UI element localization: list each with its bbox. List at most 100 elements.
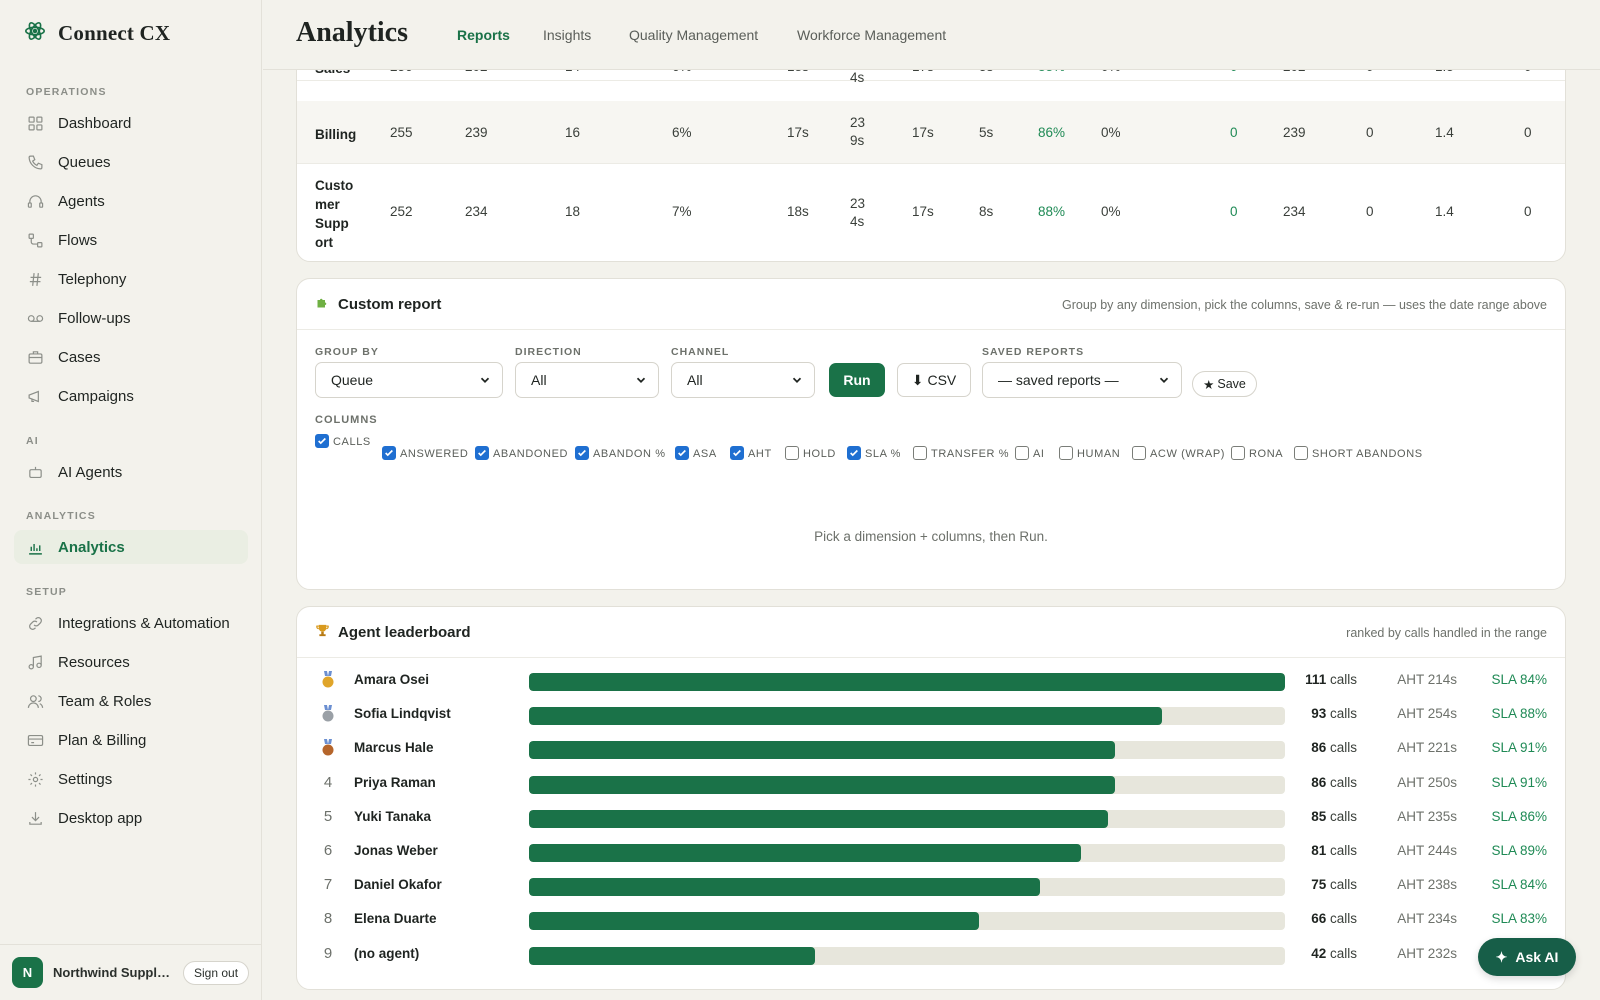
column-toggle-abandoned[interactable]: ABANDONED: [475, 446, 568, 460]
sidebar-item-queues[interactable]: Queues: [14, 145, 248, 179]
puzzle-icon: [315, 295, 330, 314]
sidebar-item-ai-agents[interactable]: AI Agents: [14, 455, 248, 489]
column-toggle-answered[interactable]: ANSWERED: [382, 446, 468, 460]
column-toggle-abandon-pct[interactable]: ABANDON %: [575, 446, 666, 460]
bronze-medal-icon: [319, 739, 337, 761]
saved-reports-select[interactable]: — saved reports —: [982, 362, 1182, 398]
column-toggle-ai[interactable]: AI: [1015, 446, 1045, 460]
tab-workforce-management[interactable]: Workforce Management: [797, 27, 946, 43]
sidebar-item-integrations[interactable]: Integrations & Automation: [14, 606, 248, 640]
column-toggle-short-abandons[interactable]: SHORT ABANDONS: [1294, 446, 1423, 460]
direction-label: DIRECTION: [515, 346, 582, 358]
sidebar-item-label: Telephony: [58, 270, 127, 288]
checkbox-checked[interactable]: [730, 446, 744, 460]
aht-value: AHT 235s: [1397, 808, 1457, 824]
agent-name: Sofia Lindqvist: [354, 706, 451, 722]
channel-select[interactable]: All: [671, 362, 815, 398]
sidebar-item-telephony[interactable]: Telephony: [14, 262, 248, 296]
calls-value: 75: [1311, 877, 1327, 893]
save-report-button[interactable]: ★ Save: [1192, 371, 1257, 397]
checkbox-checked[interactable]: [315, 434, 329, 448]
leaderboard-row: Sofia Lindqvist 93 calls AHT 254s SLA 88%: [297, 700, 1567, 730]
column-toggle-hold[interactable]: HOLD: [785, 446, 836, 460]
sidebar-item-label: Follow-ups: [58, 309, 131, 327]
checkbox-checked[interactable]: [475, 446, 489, 460]
rank-number: 9: [323, 944, 333, 962]
sidebar-item-analytics[interactable]: Analytics: [14, 530, 248, 564]
checkbox-checked[interactable]: [847, 446, 861, 460]
sidebar-item-agents[interactable]: Agents: [14, 184, 248, 218]
aht-value: AHT 244s: [1397, 843, 1457, 858]
calls-count: 66 calls: [1277, 911, 1357, 926]
column-toggle-aht[interactable]: AHT: [730, 446, 772, 460]
checkbox-unchecked[interactable]: [1059, 446, 1073, 460]
leaderboard-row: Marcus Hale 86 calls AHT 221s SLA 91%: [297, 734, 1567, 764]
sidebar-footer: N Northwind Supply... Sign out: [0, 944, 262, 1000]
saved-reports-label: SAVED REPORTS: [982, 346, 1085, 358]
checkbox-checked[interactable]: [675, 446, 689, 460]
brand[interactable]: Connect CX: [24, 20, 170, 47]
org-name[interactable]: Northwind Supply...: [53, 965, 173, 980]
column-toggle-calls[interactable]: CALLS: [315, 434, 371, 448]
calls-bar-track: [529, 809, 1285, 828]
column-toggle-asa[interactable]: ASA: [675, 446, 717, 460]
column-toggle-transfer-pct[interactable]: TRANSFER %: [913, 446, 1009, 460]
sla-value: SLA 91%: [1491, 774, 1547, 790]
checkbox-checked[interactable]: [382, 446, 396, 460]
sidebar-item-label: Agents: [58, 192, 105, 210]
checkbox-unchecked[interactable]: [1015, 446, 1029, 460]
leaderboard-row: 4 Priya Raman 86 calls AHT 250s SLA 91%: [297, 769, 1567, 799]
tab-insights[interactable]: Insights: [543, 27, 591, 43]
column-toggle-acw[interactable]: ACW (WRAP): [1132, 446, 1225, 460]
run-button[interactable]: Run: [829, 363, 885, 397]
calls-value: 42: [1311, 945, 1327, 961]
checkbox-unchecked[interactable]: [1294, 446, 1308, 460]
rank-number: 4: [323, 773, 333, 791]
sla-value: SLA 84%: [1491, 877, 1547, 893]
sidebar-item-campaigns[interactable]: Campaigns: [14, 379, 248, 413]
agent-name: Elena Duarte: [354, 911, 437, 927]
calls-bar-track: [529, 946, 1285, 965]
rank-number: 7: [323, 876, 333, 894]
calls-value: 86: [1311, 740, 1327, 756]
calls-bar-track: [529, 912, 1285, 931]
direction-select[interactable]: All: [515, 362, 659, 398]
sidebar-item-flows[interactable]: Flows: [14, 223, 248, 257]
sidebar-item-settings[interactable]: Settings: [14, 762, 248, 796]
group-by-select[interactable]: Queue: [315, 362, 503, 398]
main-content: Sales 256 202 14 6% 18s 23 4s 17s 5s 88%…: [263, 0, 1600, 1000]
ask-ai-button[interactable]: ✦ Ask AI: [1478, 938, 1576, 976]
calls-bar-track: [529, 775, 1285, 794]
sign-out-button[interactable]: Sign out: [183, 960, 250, 985]
checkbox-checked[interactable]: [575, 446, 589, 460]
sidebar-item-follow-ups[interactable]: Follow-ups: [14, 301, 248, 335]
checkbox-unchecked[interactable]: [1231, 446, 1245, 460]
sidebar-item-plan-billing[interactable]: Plan & Billing: [14, 723, 248, 757]
checkbox-unchecked[interactable]: [785, 446, 799, 460]
tab-quality-management[interactable]: Quality Management: [629, 27, 758, 43]
calls-bar-fill: [529, 809, 1108, 828]
column-toggle-sla-pct[interactable]: SLA %: [847, 446, 901, 460]
sidebar-item-resources[interactable]: Resources: [14, 645, 248, 679]
agent-name: (no agent): [354, 945, 420, 961]
sidebar-item-cases[interactable]: Cases: [14, 340, 248, 374]
checkbox-unchecked[interactable]: [1132, 446, 1146, 460]
calls-bar-fill: [529, 741, 1115, 760]
sidebar-item-dashboard[interactable]: Dashboard: [14, 106, 248, 140]
aht-value: AHT 250s: [1397, 774, 1457, 790]
card-icon: [26, 731, 44, 749]
tab-reports[interactable]: Reports: [457, 27, 510, 43]
empty-state-message: Pick a dimension + columns, then Run.: [814, 529, 1048, 544]
calls-bar-fill: [529, 844, 1081, 862]
sidebar-item-label: Settings: [58, 770, 113, 788]
column-toggle-rona[interactable]: RONA: [1231, 446, 1283, 460]
sidebar-item-desktop-app[interactable]: Desktop app: [14, 801, 248, 835]
sidebar-item-team-roles[interactable]: Team & Roles: [14, 684, 248, 718]
calls-count: 86 calls: [1277, 740, 1357, 755]
avatar[interactable]: N: [12, 957, 43, 988]
download-icon: [26, 809, 44, 827]
column-toggle-human[interactable]: HUMAN: [1059, 446, 1120, 460]
headset-icon: [26, 192, 44, 210]
csv-button[interactable]: ⬇ CSV: [897, 363, 971, 397]
checkbox-unchecked[interactable]: [913, 446, 927, 460]
